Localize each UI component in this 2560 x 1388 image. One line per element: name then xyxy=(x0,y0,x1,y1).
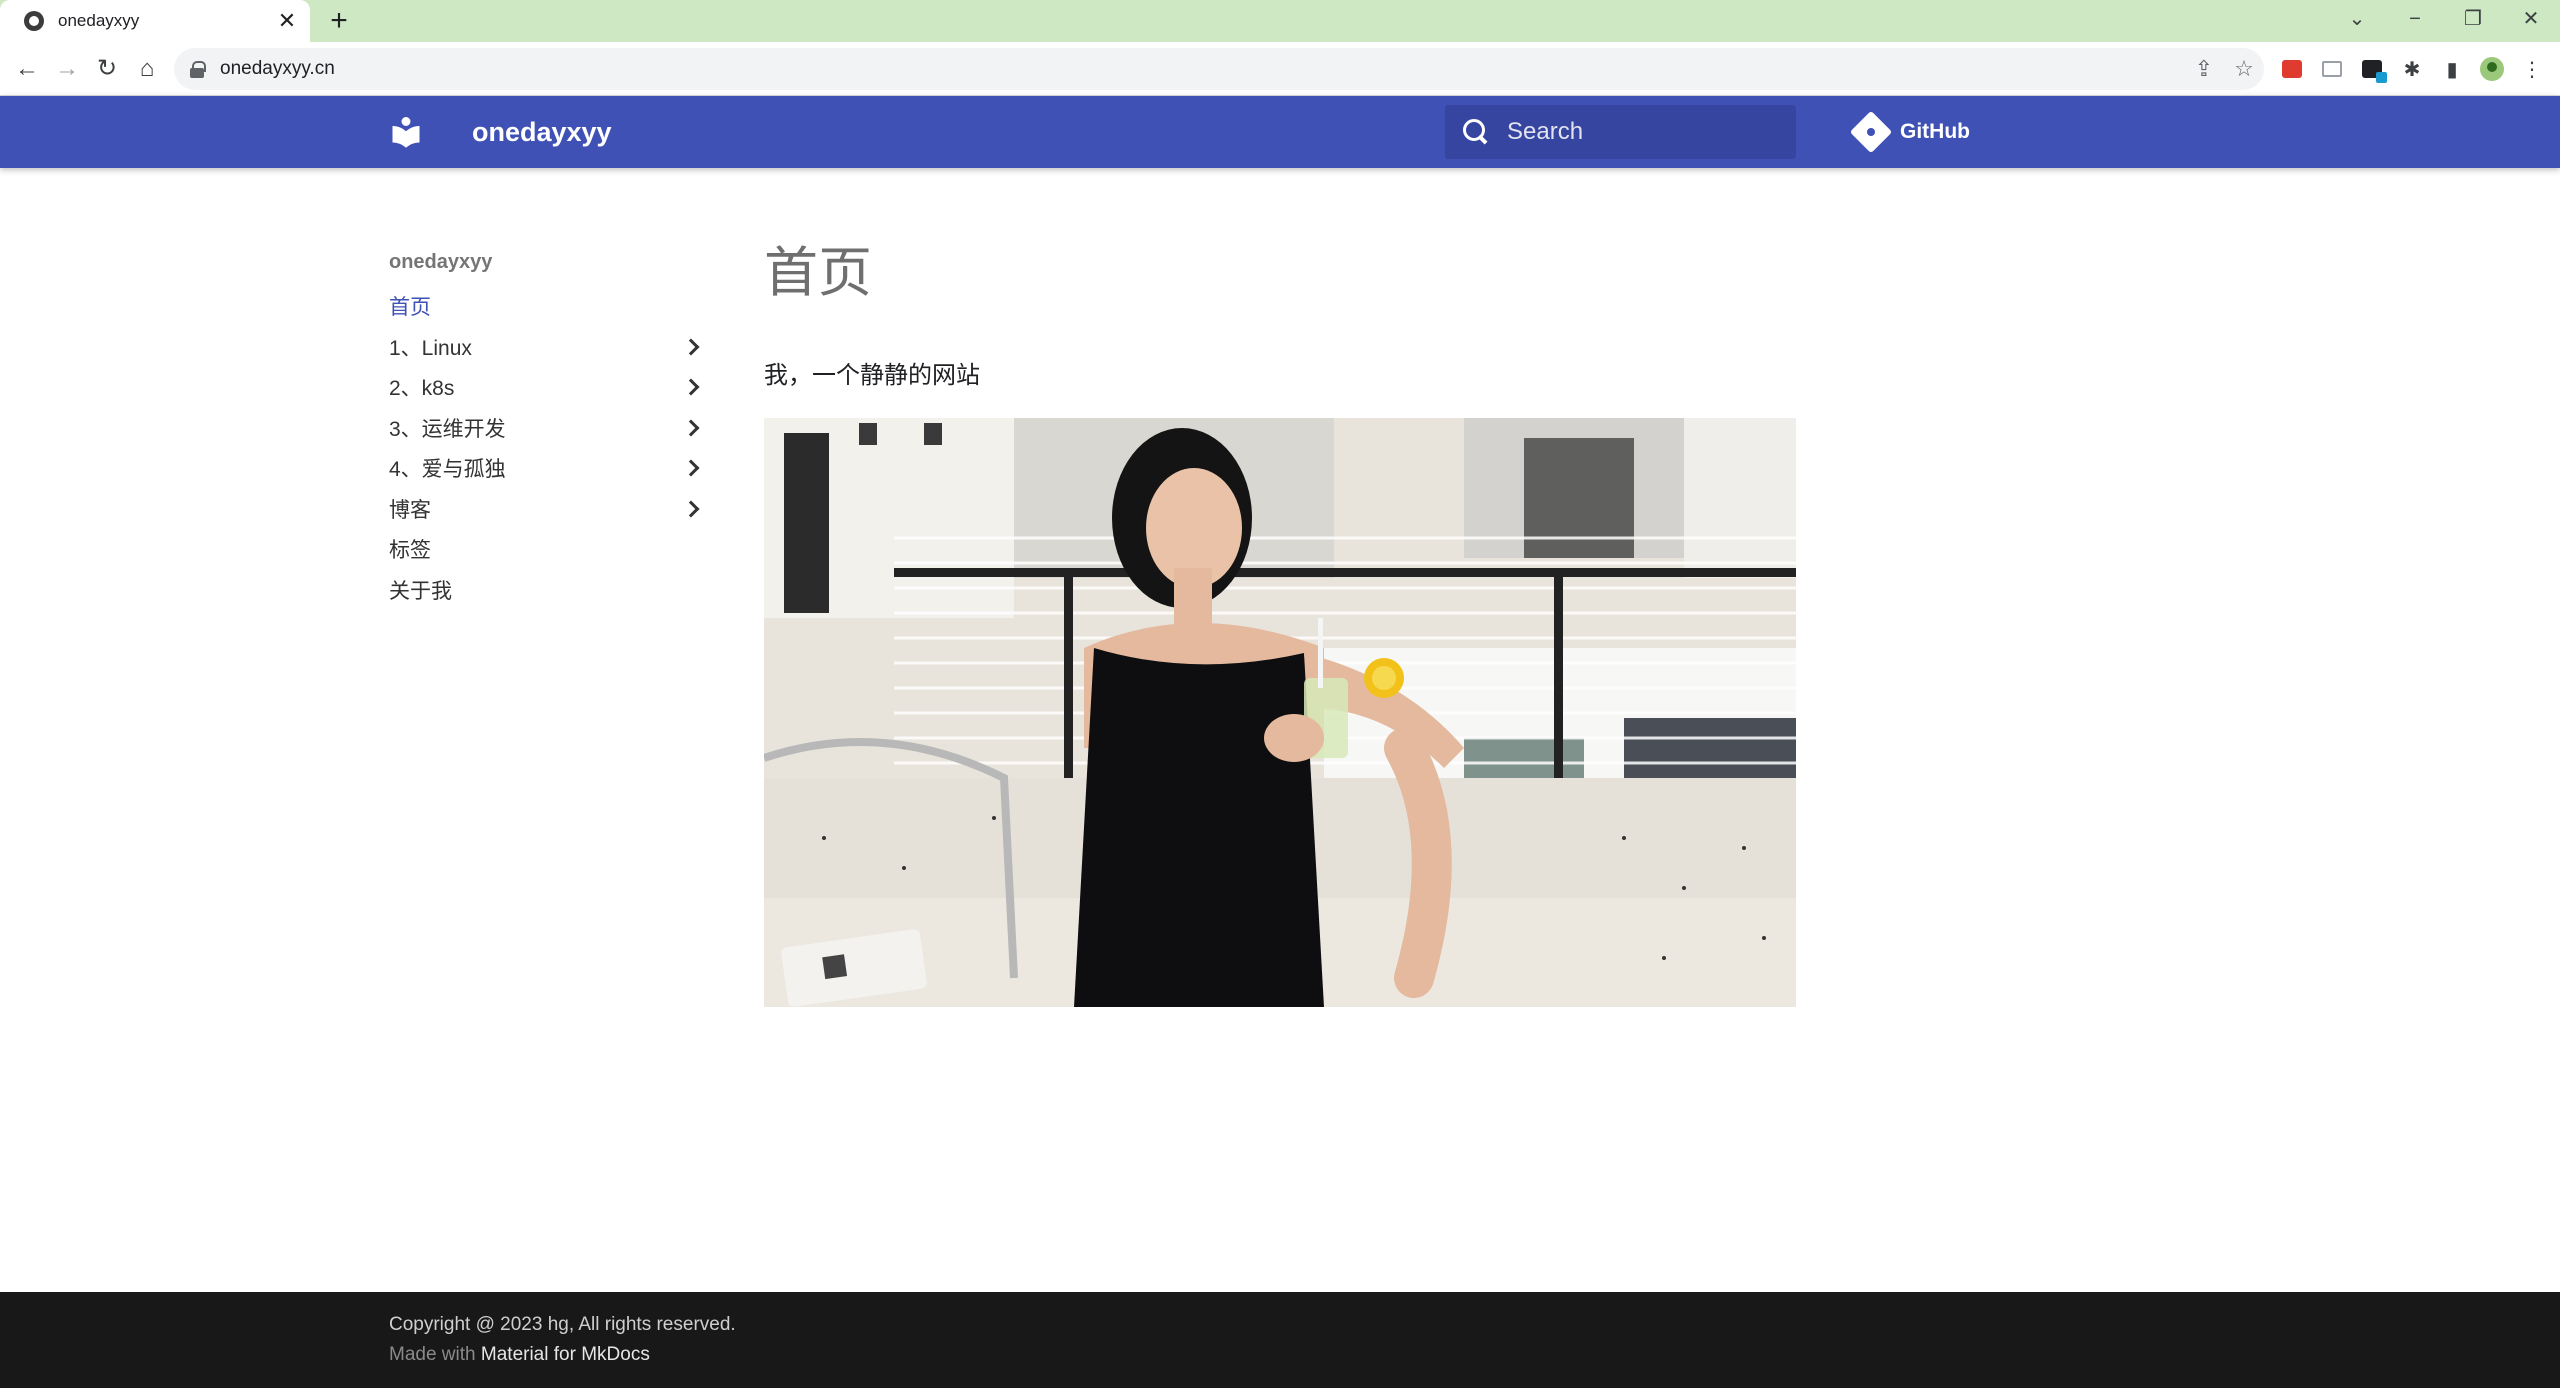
sidebar-item-tags[interactable]: 标签 xyxy=(389,529,709,570)
extension-dark-icon[interactable] xyxy=(2352,52,2392,86)
reload-button[interactable]: ↻ xyxy=(90,52,124,86)
chevron-right-icon[interactable] xyxy=(682,459,700,477)
book-open-icon[interactable] xyxy=(388,114,424,150)
copyright-text: Copyright @ 2023 hg, All rights reserved… xyxy=(389,1314,736,1335)
sidebar-item-love-solitude[interactable]: 4、爱与孤独 xyxy=(389,448,709,489)
sidebar-item-label: 3、运维开发 xyxy=(389,417,506,441)
hero-photo xyxy=(764,418,1796,1007)
site-favicon-icon xyxy=(24,11,44,31)
restore-button[interactable]: ❐ xyxy=(2444,0,2502,42)
forward-button[interactable]: → xyxy=(50,52,84,86)
search-input[interactable] xyxy=(1507,118,1777,146)
chevron-right-icon[interactable] xyxy=(682,378,700,396)
git-icon xyxy=(1849,110,1893,154)
repo-label: GitHub xyxy=(1900,120,1970,143)
sidebar-item-label: 标签 xyxy=(389,539,431,563)
sidebar-item-about[interactable]: 关于我 xyxy=(389,570,709,611)
bookmark-star-icon[interactable]: ☆ xyxy=(2224,56,2264,82)
sidebar-item-blog[interactable]: 博客 xyxy=(389,489,709,530)
url-text[interactable]: onedayxyy.cn xyxy=(220,58,2184,80)
window-controls: ⌄ − ❐ ✕ xyxy=(2328,0,2560,42)
chevron-right-icon[interactable] xyxy=(682,500,700,518)
github-repo-link[interactable]: GitHub xyxy=(1849,110,1970,154)
minimize-button[interactable]: − xyxy=(2386,0,2444,42)
side-panel-icon[interactable]: ▮ xyxy=(2432,52,2472,86)
page-title: 首页 xyxy=(764,243,872,303)
footer-text: Copyright @ 2023 hg, All rights reserved… xyxy=(389,1310,736,1370)
new-tab-button[interactable]: + xyxy=(322,4,356,38)
tab-close-icon[interactable]: ✕ xyxy=(272,8,302,34)
sidebar-item-label: 关于我 xyxy=(389,579,452,603)
chevron-right-icon[interactable] xyxy=(682,338,700,356)
made-with-line: Made with Material for MkDocs xyxy=(389,1340,736,1370)
sidebar-item-label: 首页 xyxy=(389,296,431,320)
browser-tab-active[interactable]: onedayxyy ✕ xyxy=(0,0,310,42)
address-bar[interactable]: onedayxyy.cn ⇪ ☆ xyxy=(174,48,2264,90)
share-icon[interactable]: ⇪ xyxy=(2184,56,2224,82)
search-icon[interactable] xyxy=(1461,117,1491,147)
browser-menu-icon[interactable]: ⋮ xyxy=(2512,52,2552,86)
sidebar-item-label: 博客 xyxy=(389,498,431,522)
close-window-button[interactable]: ✕ xyxy=(2502,0,2560,42)
home-button[interactable]: ⌂ xyxy=(130,52,164,86)
tab-search-icon[interactable]: ⌄ xyxy=(2328,0,2386,42)
sidebar-item-k8s[interactable]: 2、k8s xyxy=(389,367,709,408)
sidebar-title: onedayxyy xyxy=(389,251,493,273)
profile-avatar[interactable] xyxy=(2472,52,2512,86)
extensions-area: ✱ ▮ ⋮ xyxy=(2272,52,2552,86)
hero-photo-illustration xyxy=(764,418,1796,1007)
browser-toolbar: ← → ↻ ⌂ onedayxyy.cn ⇪ ☆ ✱ ▮ ⋮ xyxy=(0,42,2560,96)
chevron-right-icon[interactable] xyxy=(682,419,700,437)
extensions-puzzle-icon[interactable]: ✱ xyxy=(2392,52,2432,86)
extension-red-icon[interactable] xyxy=(2272,52,2312,86)
sidebar-item-home[interactable]: 首页 xyxy=(389,286,709,327)
intro-text: 我，一个静静的网站 xyxy=(764,362,980,389)
sidebar-item-linux[interactable]: 1、Linux xyxy=(389,327,709,368)
back-button[interactable]: ← xyxy=(10,52,44,86)
mkdocs-material-link[interactable]: Material for MkDocs xyxy=(481,1344,650,1365)
browser-tabstrip: onedayxyy ✕ + ⌄ − ❐ ✕ xyxy=(0,0,2560,42)
lock-icon[interactable] xyxy=(190,61,206,78)
extension-gray-icon[interactable] xyxy=(2312,52,2352,86)
sidebar-item-label: 1、Linux xyxy=(389,336,472,360)
tab-title: onedayxyy xyxy=(58,11,140,30)
sidebar-item-label: 2、k8s xyxy=(389,377,455,401)
site-header: onedayxyy GitHub xyxy=(0,96,2560,168)
site-name[interactable]: onedayxyy xyxy=(472,114,612,150)
main-content: 首页 我，一个静静的网站 xyxy=(764,238,1796,1007)
sidebar-item-devops[interactable]: 3、运维开发 xyxy=(389,408,709,449)
search-box[interactable] xyxy=(1445,105,1796,159)
made-with-prefix: Made with xyxy=(389,1344,476,1365)
sidebar-nav: onedayxyy 首页 1、Linux 2、k8s 3、运维开发 4、爱与孤独… xyxy=(389,246,709,610)
site-footer: Copyright @ 2023 hg, All rights reserved… xyxy=(0,1292,2560,1388)
sidebar-item-label: 4、爱与孤独 xyxy=(389,458,506,482)
